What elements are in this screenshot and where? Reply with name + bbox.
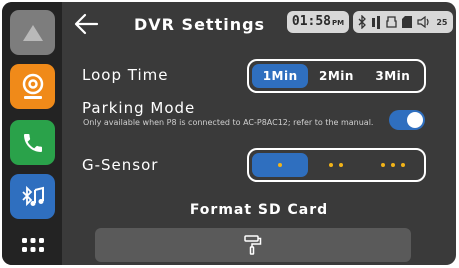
clock: 01:58 PM xyxy=(287,11,349,33)
g-sensor-option-low[interactable] xyxy=(252,153,309,177)
signal-icon xyxy=(372,15,381,29)
level-dot xyxy=(329,163,334,167)
sidebar-phone-button[interactable] xyxy=(10,120,55,165)
status-bar: 25 xyxy=(353,11,453,33)
format-sd-card-button[interactable] xyxy=(95,228,411,262)
parking-mode-toggle[interactable] xyxy=(389,110,425,130)
g-sensor-option-medium[interactable] xyxy=(308,153,364,177)
level-dot xyxy=(380,163,385,167)
back-arrow-icon xyxy=(74,13,99,35)
back-button[interactable] xyxy=(72,11,102,37)
clock-ampm: PM xyxy=(332,19,345,27)
sidebar xyxy=(2,2,62,265)
parking-mode-label: Parking Mode xyxy=(82,99,196,117)
speaker-icon xyxy=(417,16,429,28)
level-dot xyxy=(390,163,395,167)
g-sensor-selector xyxy=(247,148,426,182)
loop-time-option-3min[interactable]: 3Min xyxy=(365,64,421,88)
sidebar-dashcam-button[interactable] xyxy=(10,64,55,109)
g-sensor-label: G-Sensor xyxy=(82,156,159,174)
loop-time-selector: 1Min 2Min 3Min xyxy=(247,59,426,93)
dashcam-icon xyxy=(22,73,43,99)
sd-card-icon xyxy=(402,16,413,28)
sidebar-bluetooth-music-button[interactable] xyxy=(10,174,55,219)
paint-roller-icon xyxy=(244,235,262,255)
sidebar-home-button[interactable] xyxy=(10,10,55,55)
level-dot xyxy=(339,163,344,167)
bluetooth-music-icon xyxy=(21,185,44,206)
level-dot xyxy=(278,163,283,167)
dvr-settings-screen: DVR Settings 01:58 PM 25 Loop Time 1Min … xyxy=(2,2,456,265)
g-sensor-option-high[interactable] xyxy=(365,153,421,177)
loop-time-option-1min[interactable]: 1Min xyxy=(252,64,309,88)
level-dot xyxy=(400,163,405,167)
clock-time: 01:58 xyxy=(291,14,332,29)
format-sd-card-label: Format SD Card xyxy=(189,202,329,218)
loop-time-option-2min[interactable]: 2Min xyxy=(308,64,364,88)
app-grid-icon xyxy=(22,238,44,252)
loop-time-label: Loop Time xyxy=(82,66,169,84)
parking-mode-note: Only available when P8 is connected to A… xyxy=(83,118,374,127)
usb-icon xyxy=(386,16,398,28)
home-icon xyxy=(22,24,43,41)
volume-level: 25 xyxy=(436,17,448,27)
sidebar-app-grid-button[interactable] xyxy=(18,230,48,260)
toggle-knob xyxy=(407,112,423,128)
page-title: DVR Settings xyxy=(134,15,266,34)
phone-icon xyxy=(23,133,42,152)
bluetooth-icon xyxy=(359,15,367,29)
